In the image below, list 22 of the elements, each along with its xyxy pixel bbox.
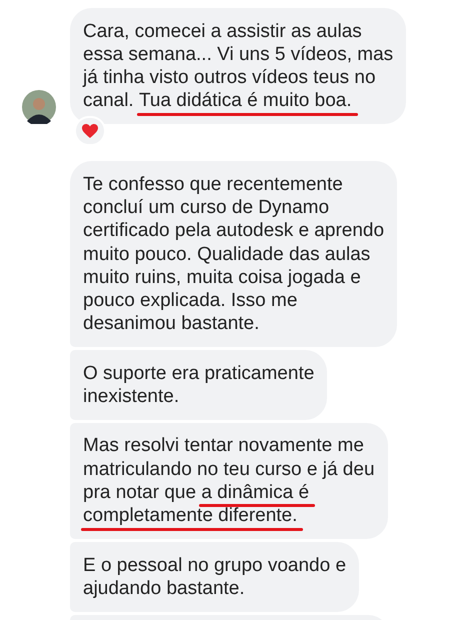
message-text: muito pouco. Qualidade das aulas: [83, 244, 370, 265]
message-text: ajudando bastante.: [83, 578, 245, 599]
message-text: O suporte era praticamente: [83, 362, 314, 384]
message-text: pra notar que: [83, 482, 198, 503]
message-text: muito ruins, muita coisa jogada e: [83, 266, 361, 288]
message-text: completamente diferente.: [83, 505, 298, 526]
message-text: inexistente.: [83, 386, 180, 408]
message-text: a dinâmica é: [201, 482, 310, 503]
message-text: desanimou bastante.: [83, 313, 260, 334]
message-text: essa semana... Vi uns 5 vídeos, mas: [83, 44, 394, 65]
message-text: canal.: [83, 90, 135, 112]
message-text: concluí um curso de Dynamo: [83, 196, 330, 218]
message-text: Mas resolvi tentar novamente me: [83, 435, 364, 456]
heart-icon: [81, 123, 99, 140]
message-text: E o pessoal no grupo voando e: [83, 554, 346, 576]
message-text: Tua didática é muito boa.: [138, 90, 352, 112]
message-text: Te confesso que recentemente: [83, 174, 343, 195]
message-text: pouco explicada. Isso me: [83, 290, 298, 312]
message-text: matriculando no teu curso e já deu: [83, 458, 375, 480]
message-text: Cara, comecei a assistir as aulas: [83, 20, 362, 42]
message-text: certificado pela autodesk e aprendo: [83, 220, 384, 242]
message-text: já tinha visto outros vídeos teus no: [83, 67, 376, 88]
